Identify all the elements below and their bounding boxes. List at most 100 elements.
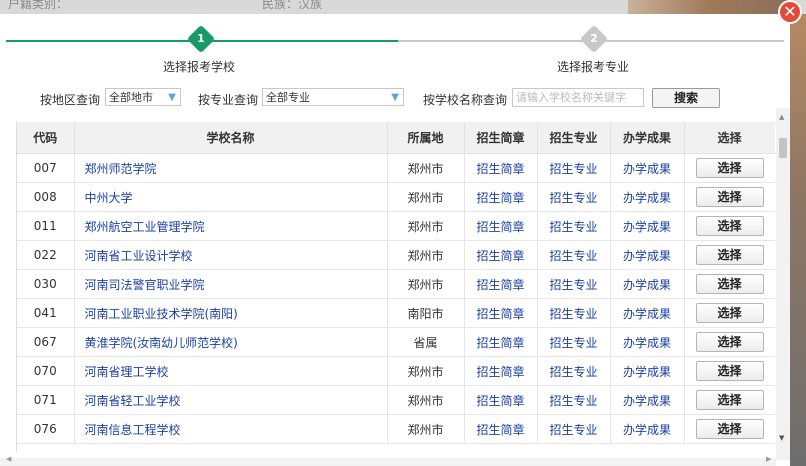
select-cell: 选择 <box>684 153 775 183</box>
school-name-link[interactable]: 河南司法警官职业学院 <box>74 269 388 299</box>
results-link[interactable]: 办学成果 <box>610 240 685 270</box>
table-row: 007 郑州师范学院 郑州市 招生简章 招生专业 办学成果 选择 <box>17 153 775 183</box>
table-row: 008 中州大学 郑州市 招生简章 招生专业 办学成果 选择 <box>17 182 775 212</box>
select-button[interactable]: 选择 <box>695 274 764 294</box>
brochure-link[interactable]: 招生简章 <box>464 211 538 241</box>
select-cell: 选择 <box>684 298 775 328</box>
results-link[interactable]: 办学成果 <box>610 211 685 241</box>
table-row: 022 河南省工业设计学校 郑州市 招生简章 招生专业 办学成果 选择 <box>17 240 775 270</box>
step-2-marker: 2 <box>579 24 609 54</box>
results-link[interactable]: 办学成果 <box>610 356 685 386</box>
brochure-link[interactable]: 招生简章 <box>464 269 538 299</box>
search-button[interactable]: 搜索 <box>652 88 720 108</box>
select-button[interactable]: 选择 <box>695 361 764 381</box>
table-row: 041 河南工业职业技术学院(南阳) 南阳市 招生简章 招生专业 办学成果 选择 <box>17 298 775 328</box>
major-filter-label: 按专业查询 <box>198 93 259 107</box>
vertical-scrollbar[interactable]: ▲ ▼ <box>776 108 790 460</box>
brochure-link[interactable]: 招生简章 <box>464 298 538 328</box>
brochure-link[interactable]: 招生简章 <box>464 356 538 386</box>
school-location: 郑州市 <box>387 153 465 183</box>
results-link[interactable]: 办学成果 <box>610 414 685 444</box>
select-cell: 选择 <box>684 385 775 415</box>
results-link[interactable]: 办学成果 <box>610 153 685 183</box>
results-link[interactable]: 办学成果 <box>610 182 685 212</box>
school-location: 南阳市 <box>387 298 465 328</box>
major-select[interactable]: 全部专业 ▼ <box>262 88 404 106</box>
select-cell: 选择 <box>684 356 775 386</box>
brochure-link[interactable]: 招生简章 <box>464 385 538 415</box>
select-button[interactable]: 选择 <box>695 303 764 323</box>
horizontal-scrollbar[interactable]: ◀ ▶ <box>0 455 776 466</box>
scroll-down-icon[interactable]: ▼ <box>779 434 784 442</box>
table-row: 030 河南司法警官职业学院 郑州市 招生简章 招生专业 办学成果 选择 <box>17 269 775 299</box>
table-row: 071 河南省轻工业学校 郑州市 招生简章 招生专业 办学成果 选择 <box>17 385 775 415</box>
school-name-link[interactable]: 河南省工业设计学校 <box>74 240 388 270</box>
header-school-name: 学校名称 <box>74 122 388 154</box>
select-cell: 选择 <box>684 182 775 212</box>
school-location: 郑州市 <box>387 211 465 241</box>
school-location: 郑州市 <box>387 414 465 444</box>
school-name-link[interactable]: 河南省轻工业学校 <box>74 385 388 415</box>
school-code: 008 <box>17 182 75 212</box>
scroll-up-icon[interactable]: ▲ <box>779 113 784 121</box>
scroll-right-icon[interactable]: ▶ <box>766 455 771 463</box>
majors-link[interactable]: 招生专业 <box>537 240 611 270</box>
majors-link[interactable]: 招生专业 <box>537 414 611 444</box>
brochure-link[interactable]: 招生简章 <box>464 182 538 212</box>
header-select: 选择 <box>684 122 775 154</box>
scroll-thumb[interactable] <box>779 138 787 158</box>
background-label-household: 户籍类别： <box>8 0 69 11</box>
header-results: 办学成果 <box>610 122 685 154</box>
select-button[interactable]: 选择 <box>695 158 764 178</box>
table-header-row: 代码 学校名称 所属地 招生简章 招生专业 办学成果 选择 <box>17 122 775 154</box>
brochure-link[interactable]: 招生简章 <box>464 240 538 270</box>
school-name-link[interactable]: 黄淮学院(汝南幼儿师范学校) <box>74 327 388 357</box>
region-filter-label: 按地区查询 <box>40 93 101 107</box>
school-code: 070 <box>17 356 75 386</box>
select-cell: 选择 <box>684 327 775 357</box>
region-select[interactable]: 全部地市 ▼ <box>105 88 181 106</box>
majors-link[interactable]: 招生专业 <box>537 211 611 241</box>
majors-link[interactable]: 招生专业 <box>537 298 611 328</box>
scroll-left-icon[interactable]: ◀ <box>6 455 11 463</box>
school-location: 郑州市 <box>387 269 465 299</box>
results-link[interactable]: 办学成果 <box>610 327 685 357</box>
school-table: 代码 学校名称 所属地 招生简章 招生专业 办学成果 选择 007 郑州师范学院郑… <box>16 122 775 452</box>
school-name-input[interactable]: 请输入学校名称关键字 <box>512 88 644 107</box>
select-button[interactable]: 选择 <box>695 216 764 236</box>
close-icon[interactable]: ✕ <box>778 0 802 24</box>
table-row: 011 郑州航空工业管理学院 郑州市 招生简章 招生专业 办学成果 选择 <box>17 211 775 241</box>
school-code: 076 <box>17 414 75 444</box>
school-code: 041 <box>17 298 75 328</box>
results-link[interactable]: 办学成果 <box>610 385 685 415</box>
majors-link[interactable]: 招生专业 <box>537 327 611 357</box>
results-link[interactable]: 办学成果 <box>610 298 685 328</box>
school-code: 030 <box>17 269 75 299</box>
school-name-link[interactable]: 河南工业职业技术学院(南阳) <box>74 298 388 328</box>
select-button[interactable]: 选择 <box>695 390 764 410</box>
school-name-link[interactable]: 郑州航空工业管理学院 <box>74 211 388 241</box>
brochure-link[interactable]: 招生简章 <box>464 414 538 444</box>
majors-link[interactable]: 招生专业 <box>537 153 611 183</box>
header-brochure: 招生简章 <box>464 122 538 154</box>
results-link[interactable]: 办学成果 <box>610 269 685 299</box>
step-1-marker: 1 <box>186 24 216 54</box>
majors-link[interactable]: 招生专业 <box>537 385 611 415</box>
select-button[interactable]: 选择 <box>695 419 764 439</box>
select-button[interactable]: 选择 <box>695 332 764 352</box>
school-name-link[interactable]: 郑州师范学院 <box>74 153 388 183</box>
table-row: 070 河南省理工学校 郑州市 招生简章 招生专业 办学成果 选择 <box>17 356 775 386</box>
brochure-link[interactable]: 招生简章 <box>464 327 538 357</box>
brochure-link[interactable]: 招生简章 <box>464 153 538 183</box>
majors-link[interactable]: 招生专业 <box>537 182 611 212</box>
select-button[interactable]: 选择 <box>695 245 764 265</box>
majors-link[interactable]: 招生专业 <box>537 356 611 386</box>
majors-link[interactable]: 招生专业 <box>537 269 611 299</box>
school-name-link[interactable]: 河南省理工学校 <box>74 356 388 386</box>
select-button[interactable]: 选择 <box>695 187 764 207</box>
school-name-link[interactable]: 中州大学 <box>74 182 388 212</box>
school-code: 071 <box>17 385 75 415</box>
select-cell: 选择 <box>684 240 775 270</box>
school-name-link[interactable]: 河南信息工程学校 <box>74 414 388 444</box>
school-name-label: 按学校名称查询 <box>423 93 508 107</box>
